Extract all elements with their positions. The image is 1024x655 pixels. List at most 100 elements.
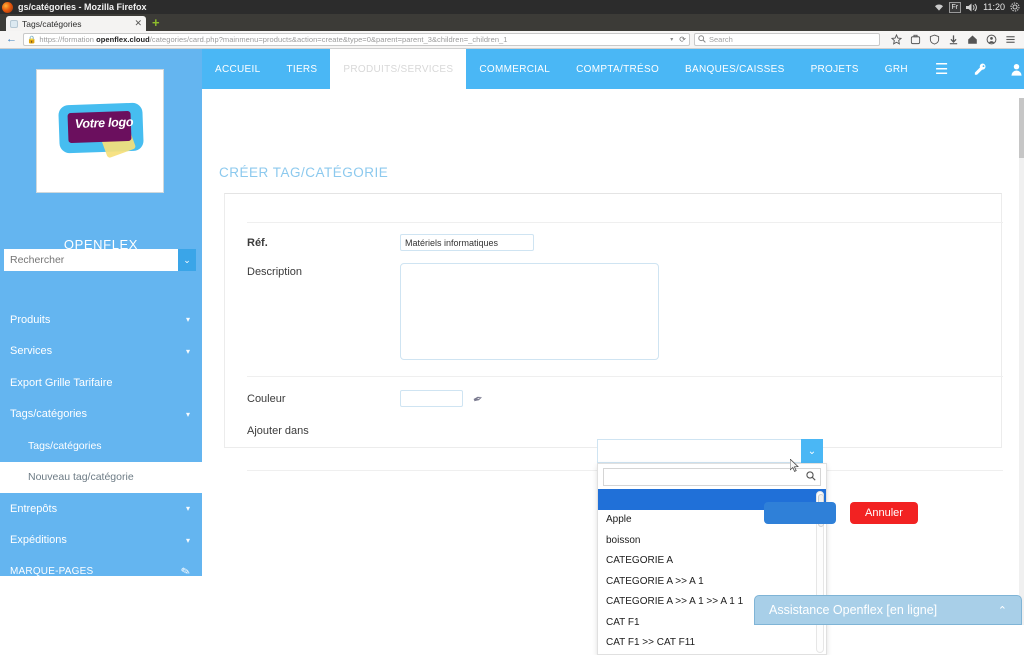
user-icon[interactable] <box>999 49 1024 89</box>
browser-tab[interactable]: Tags/catégories ✕ <box>6 16 146 31</box>
logo-image: Votre logo <box>57 102 145 159</box>
pencil-icon[interactable]: ✎ <box>179 564 191 579</box>
sidebar-item-entrepots[interactable]: Entrepôts ▾ <box>0 493 202 525</box>
sidebar-item-label: Export Grille Tarifaire <box>10 376 113 389</box>
dropdown-search-input[interactable] <box>608 469 806 485</box>
assistance-widget[interactable]: Assistance Openflex [en ligne] ⌃ <box>754 595 1022 625</box>
volume-icon[interactable] <box>966 3 978 12</box>
sidebar-item-label: Expéditions <box>10 534 67 547</box>
chevron-down-icon[interactable]: ▾ <box>186 410 190 419</box>
form-row-ref: Réf. <box>247 234 1003 251</box>
hamburger-menu-icon[interactable]: ☰ <box>921 49 963 89</box>
dropdown-option-categorie-a[interactable]: CATEGORIE A <box>598 551 826 572</box>
page-scrollbar-thumb[interactable] <box>1019 98 1024 158</box>
sidebar: Votre logo OPENFLEX ⌄ Produits ▾ Service… <box>0 49 202 579</box>
url-path: /categories/card.php?mainmenu=products&a… <box>149 35 508 44</box>
topnav-label: TIERS <box>286 63 318 75</box>
sidebar-menu: Produits ▾ Services ▾ Export Grille Tari… <box>0 304 202 588</box>
browser-toolbar: ← 🔒 https://formation openflex.cloud/cat… <box>0 31 1024 49</box>
chevron-down-icon[interactable]: ⌄ <box>178 249 196 271</box>
dropdown-search-wrap <box>598 464 826 489</box>
dropdown-search-box[interactable] <box>603 468 821 486</box>
ajouter-dans-select[interactable]: ⌄ <box>597 439 823 463</box>
sidebar-item-expeditions[interactable]: Expéditions ▾ <box>0 525 202 557</box>
field-label-couleur: Couleur <box>247 393 286 405</box>
search-input[interactable] <box>4 249 178 271</box>
url-domain: openflex.cloud <box>96 35 150 44</box>
logo-text: Votre logo <box>74 114 134 132</box>
account-icon[interactable] <box>986 34 997 45</box>
browser-search-box[interactable]: Search <box>694 33 880 46</box>
dropdown-option-categorie-a-a1[interactable]: CATEGORIE A >> A 1 <box>598 571 826 592</box>
topnav-label: PROJETS <box>810 63 859 75</box>
main-content: CRÉER TAG/CATÉGORIE Réf. Description Cou… <box>202 89 1024 655</box>
bookmark-star-icon[interactable] <box>891 34 902 45</box>
search-icon <box>806 471 816 483</box>
sidebar-subitem-nouveau-tag-categorie[interactable]: Nouveau tag/catégorie <box>0 461 202 493</box>
field-label-description: Description <box>247 266 303 278</box>
chevron-down-icon[interactable]: ⌄ <box>801 439 823 463</box>
sidebar-item-label: Tags/catégories <box>28 439 102 452</box>
chevron-down-icon[interactable]: ▾ <box>186 536 190 545</box>
assistance-label: Assistance Openflex [en ligne] <box>769 603 938 617</box>
couleur-input[interactable] <box>400 390 463 408</box>
wifi-icon[interactable] <box>934 3 944 12</box>
sidebar-item-export-grille-tarifaire[interactable]: Export Grille Tarifaire <box>0 367 202 399</box>
ref-input[interactable] <box>400 234 534 251</box>
divider <box>247 222 1003 223</box>
tab-favicon-icon <box>10 19 18 28</box>
url-bar[interactable]: 🔒 https://formation openflex.cloud/categ… <box>23 33 690 46</box>
divider <box>247 376 1003 377</box>
save-button[interactable] <box>764 502 836 524</box>
sidebar-subitem-tags-categories[interactable]: Tags/catégories <box>0 430 202 462</box>
download-icon[interactable] <box>948 34 959 45</box>
page-scrollbar[interactable] <box>1019 98 1024 625</box>
pocket-icon[interactable] <box>910 34 921 45</box>
topnav-item-compta-treso[interactable]: COMPTA/TRÉSO <box>563 49 672 89</box>
topnav-item-grh[interactable]: GRH <box>872 49 921 89</box>
tab-title: Tags/catégories <box>22 18 82 29</box>
sidebar-item-label: Services <box>10 345 53 358</box>
dropdown-option-boisson[interactable]: boisson <box>598 530 826 551</box>
field-label-ref: Réf. <box>247 237 268 249</box>
description-textarea[interactable] <box>400 263 659 360</box>
settings-gear-icon[interactable] <box>1010 2 1020 12</box>
topnav-item-produits-services[interactable]: PRODUITS/SERVICES <box>330 49 467 89</box>
hamburger-menu-icon[interactable] <box>1005 34 1016 45</box>
chevron-down-icon[interactable]: ▾ <box>186 347 190 356</box>
field-label-ajouter-dans: Ajouter dans <box>247 425 309 437</box>
sidebar-item-produits[interactable]: Produits ▾ <box>0 304 202 336</box>
home-icon[interactable] <box>967 34 978 45</box>
topnav-item-accueil[interactable]: ACCUEIL <box>202 49 273 89</box>
browser-search-placeholder: Search <box>709 35 733 44</box>
sidebar-search[interactable]: ⌄ <box>4 249 196 271</box>
back-icon[interactable]: ← <box>4 34 19 45</box>
cancel-button[interactable]: Annuler <box>850 502 918 524</box>
sidebar-section-marque-pages[interactable]: MARQUE-PAGES ✎ <box>0 556 202 588</box>
clock[interactable]: 11:20 <box>983 2 1005 12</box>
color-picker-icon[interactable]: ✒ <box>471 391 485 408</box>
form-row-ajouter-dans: Ajouter dans <box>247 422 1003 437</box>
tools-icon[interactable] <box>963 49 999 89</box>
form-row-description: Description <box>247 263 1003 360</box>
topnav-item-commercial[interactable]: COMMERCIAL <box>466 49 563 89</box>
sidebar-item-label: Produits <box>10 313 51 326</box>
shield-icon[interactable] <box>929 34 940 45</box>
topnav-item-projets[interactable]: PROJETS <box>798 49 872 89</box>
keyboard-layout-icon[interactable]: Fr <box>948 1 962 13</box>
os-top-panel: gs/catégories - Mozilla Firefox Fr 11:20 <box>0 0 1024 14</box>
topnav-item-banques-caisses[interactable]: BANQUES/CAISSES <box>672 49 798 89</box>
chevron-down-icon[interactable]: ▾ <box>186 504 190 513</box>
dropdown-option-cat-f1-cat-f11[interactable]: CAT F1 >> CAT F11 <box>598 633 826 654</box>
sidebar-item-label: Tags/catégories <box>10 408 88 421</box>
sidebar-item-services[interactable]: Services ▾ <box>0 336 202 368</box>
chevron-down-icon[interactable]: ▾ <box>186 315 190 324</box>
topnav-label: COMMERCIAL <box>479 63 551 75</box>
chevron-down-icon[interactable]: ▾ <box>670 36 673 43</box>
reload-icon[interactable]: ⟳ <box>676 35 686 44</box>
new-tab-icon[interactable]: + <box>152 16 160 29</box>
chevron-up-icon[interactable]: ⌃ <box>998 604 1007 617</box>
close-icon[interactable]: ✕ <box>134 19 142 28</box>
sidebar-item-tags-categories[interactable]: Tags/catégories ▾ <box>0 399 202 431</box>
topnav-item-tiers[interactable]: TIERS <box>273 49 330 89</box>
